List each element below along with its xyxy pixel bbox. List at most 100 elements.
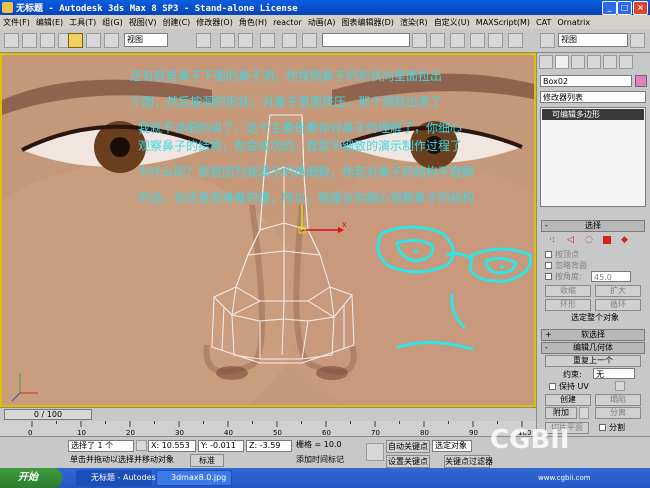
align-icon[interactable] <box>430 33 445 48</box>
start-button[interactable]: 开始 <box>0 468 62 488</box>
main-toolbar: 视图 视图 <box>0 29 650 53</box>
by-vertex-checkbox[interactable] <box>545 251 552 258</box>
menu-modifiers[interactable]: 修改器(O) <box>196 17 233 28</box>
menu-edit[interactable]: 编辑(E) <box>36 17 63 28</box>
y-coordinate-field[interactable]: Y: -0.011 <box>198 440 244 452</box>
object-name-field[interactable]: Box02 <box>540 75 632 87</box>
selected-object-select[interactable]: 选定对象 <box>432 440 472 452</box>
menu-ornatrix[interactable]: Ornatrix <box>557 18 590 27</box>
grow-button[interactable]: 扩大 <box>595 285 641 297</box>
menu-maxscript[interactable]: MAXScript(M) <box>476 18 530 27</box>
layer-manager-icon[interactable] <box>450 33 465 48</box>
undo-icon[interactable] <box>4 33 19 48</box>
auto-key-button[interactable]: 自动关键点 <box>386 440 430 453</box>
modifier-list-select[interactable]: 修改器列表 <box>540 91 646 103</box>
lock-selection-icon[interactable] <box>136 440 147 451</box>
select-move-icon[interactable] <box>68 33 83 48</box>
menu-animation[interactable]: 动画(A) <box>308 17 336 28</box>
loop-button[interactable]: 循环 <box>595 299 641 311</box>
angle-snap-icon[interactable] <box>238 33 253 48</box>
set-key-button[interactable]: 设置关键点 <box>386 455 430 468</box>
preserve-uvs-checkbox[interactable] <box>549 383 556 390</box>
menu-cat[interactable]: CAT <box>536 18 551 27</box>
collapse-button[interactable]: 塌陷 <box>595 394 641 406</box>
mirror-icon[interactable] <box>412 33 427 48</box>
ring-button[interactable]: 环形 <box>545 299 591 311</box>
ignore-backfacing-checkbox[interactable] <box>545 262 552 269</box>
z-coordinate-field[interactable]: Z: -3.59 <box>246 440 292 452</box>
edge-icon[interactable]: ◁ <box>567 235 574 245</box>
hierarchy-tab-icon[interactable] <box>571 55 585 69</box>
menu-group[interactable]: 组(G) <box>102 17 122 28</box>
angle-value-field[interactable]: 45.0 <box>591 271 631 282</box>
stack-item-editable-poly[interactable]: 可编辑多边形 <box>542 109 644 120</box>
display-tab-icon[interactable] <box>603 55 617 69</box>
object-color-swatch[interactable] <box>635 75 647 87</box>
border-icon[interactable]: ◌ <box>585 235 593 245</box>
render-view-select[interactable]: 视图 <box>558 33 628 47</box>
shrink-button[interactable]: 收缩 <box>545 285 591 297</box>
perspective-viewport[interactable]: x 还有就是鼻子下面的鼻子洞，你按照鼻子的形状向里面拉出 个面，然后按洞的形状，… <box>0 53 536 407</box>
task-3dsmax[interactable]: 无标题 - Autodes... <box>76 470 163 486</box>
edit-named-sel-icon[interactable] <box>302 33 317 48</box>
create-button[interactable]: 创建 <box>545 394 591 406</box>
menu-reactor[interactable]: reactor <box>273 18 302 27</box>
attach-button[interactable]: 附加 <box>545 407 577 419</box>
select-scale-icon[interactable] <box>104 33 119 48</box>
selection-rollout-header[interactable]: - 选择 <box>541 220 645 232</box>
menu-views[interactable]: 视图(V) <box>129 17 157 28</box>
task-image-viewer[interactable]: 3dmax8.0.jpg <box>156 470 232 486</box>
repeat-last-button[interactable]: 重复上一个 <box>545 355 641 367</box>
select-rotate-icon[interactable] <box>86 33 101 48</box>
tutorial-note-line: 个面，然后按洞的形状，对鼻子里面挤压，那个洞就出来了 <box>130 95 443 109</box>
schematic-view-icon[interactable] <box>488 33 503 48</box>
maximize-button[interactable]: □ <box>617 1 632 15</box>
utilities-tab-icon[interactable] <box>619 55 633 69</box>
motion-tab-icon[interactable] <box>587 55 601 69</box>
create-tab-icon[interactable] <box>539 55 553 69</box>
snap-icon[interactable] <box>220 33 235 48</box>
pivot-icon[interactable] <box>196 33 211 48</box>
select-link-icon[interactable] <box>22 33 37 48</box>
by-angle-checkbox[interactable] <box>545 273 552 280</box>
attach-list-icon[interactable] <box>579 407 589 419</box>
reference-coordinate-select[interactable]: 视图 <box>124 33 168 47</box>
modify-tab-icon[interactable] <box>555 55 569 69</box>
menu-character[interactable]: 角色(H) <box>239 17 267 28</box>
x-coordinate-field[interactable]: X: 10.553 <box>148 440 196 452</box>
detach-button[interactable]: 分离 <box>595 407 641 419</box>
percent-snap-icon[interactable] <box>260 33 275 48</box>
menu-customize[interactable]: 自定义(U) <box>434 17 470 28</box>
preserve-uvs-settings-icon[interactable] <box>615 381 625 391</box>
selection-count: 选择了 1 个 <box>68 440 134 452</box>
soft-selection-rollout-header[interactable]: + 软选择 <box>541 329 645 341</box>
menu-graph-editors[interactable]: 图表编辑器(D) <box>341 17 393 28</box>
quick-render-icon[interactable] <box>630 33 645 48</box>
vertex-icon[interactable]: ·: <box>549 235 555 245</box>
menu-file[interactable]: 文件(F) <box>3 17 30 28</box>
minimize-button[interactable]: _ <box>602 1 617 15</box>
select-region-icon[interactable] <box>40 33 55 48</box>
material-editor-icon[interactable] <box>508 33 523 48</box>
time-slider[interactable]: 0 / 100 <box>0 407 536 422</box>
add-time-tag-button[interactable]: 添加时间标记 <box>294 455 364 467</box>
key-icon[interactable] <box>366 443 384 461</box>
track-bar[interactable]: 0 10 20 30 40 50 60 70 80 90 100 <box>0 421 536 437</box>
menu-rendering[interactable]: 渲染(R) <box>400 17 428 28</box>
time-slider-thumb[interactable]: 0 / 100 <box>4 409 92 420</box>
tutorial-note-line: 的话，你还是很难看的懂，所以，我建议你细心观察鼻子的结构 <box>138 191 475 205</box>
render-scene-icon[interactable] <box>540 33 555 48</box>
edit-geometry-rollout-header[interactable]: - 编辑几何体 <box>541 342 645 354</box>
close-button[interactable]: × <box>633 1 648 15</box>
split-checkbox[interactable] <box>599 424 606 431</box>
named-selection-input[interactable] <box>322 33 410 47</box>
spinner-snap-icon[interactable] <box>282 33 297 48</box>
constraints-select[interactable]: 无 <box>593 368 635 379</box>
curve-editor-icon[interactable] <box>470 33 485 48</box>
key-filters-button[interactable]: 关键点过滤器 <box>444 455 493 468</box>
element-icon[interactable]: ◆ <box>621 235 628 245</box>
menu-tools[interactable]: 工具(T) <box>69 17 96 28</box>
polygon-icon[interactable] <box>603 236 611 244</box>
menu-create[interactable]: 创建(C) <box>162 17 190 28</box>
standard-button[interactable]: 标准 <box>190 454 224 467</box>
